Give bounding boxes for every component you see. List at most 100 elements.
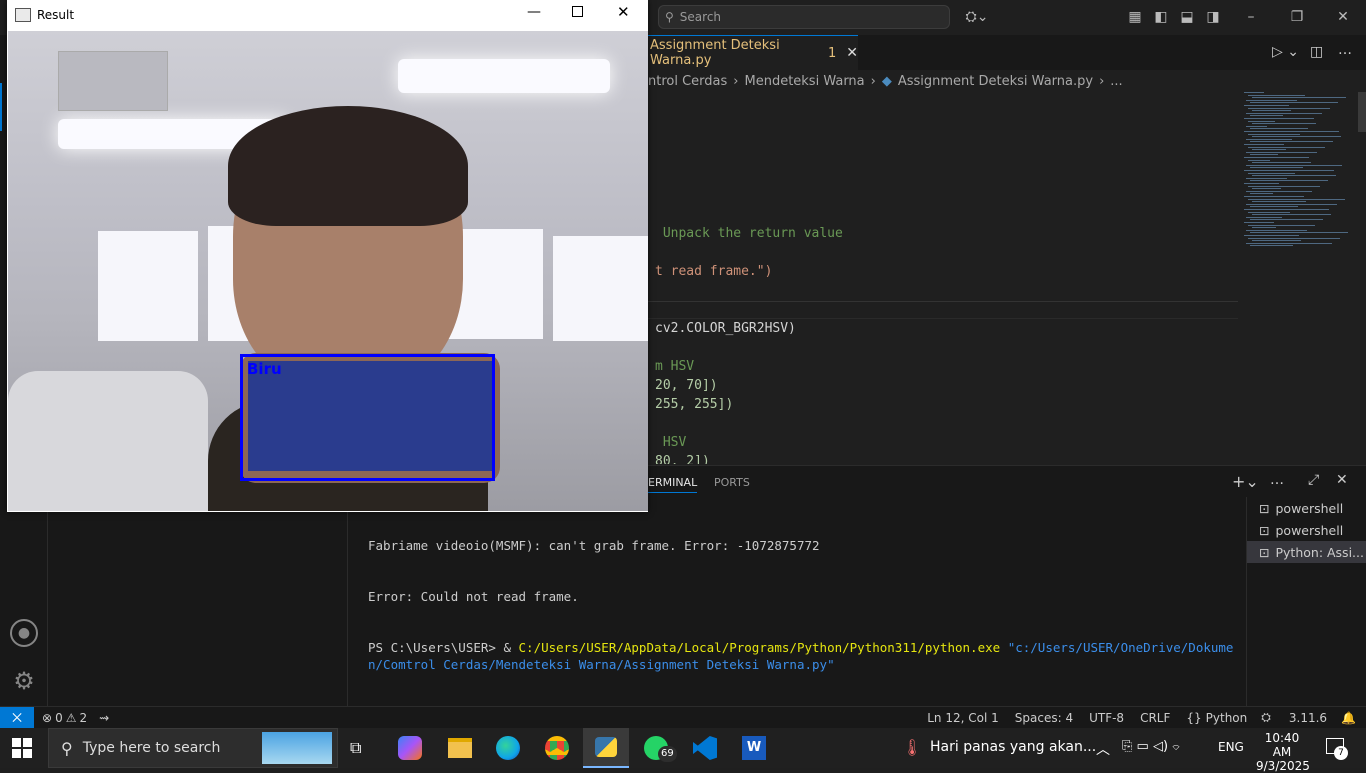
minimap-line bbox=[1252, 214, 1331, 216]
input-language[interactable]: ENG bbox=[1218, 740, 1244, 754]
clock-date: 9/3/2025 bbox=[1256, 759, 1310, 773]
weather-text[interactable]: Hari panas yang akan... bbox=[930, 739, 1096, 755]
tab-ports[interactable]: PORTS bbox=[714, 476, 750, 489]
minimap-line bbox=[1248, 159, 1270, 161]
chevron-up-icon[interactable]: ︿ bbox=[1096, 739, 1110, 759]
detection-label: Biru bbox=[247, 360, 282, 378]
new-terminal-icon[interactable]: +⌄ bbox=[1232, 472, 1259, 491]
terminal-item[interactable]: ⊡ powershell bbox=[1247, 497, 1366, 519]
editor-scrollbar[interactable] bbox=[1358, 92, 1366, 132]
task-view-icon[interactable]: ⧉ bbox=[350, 738, 361, 758]
minimize-icon[interactable]: – bbox=[1242, 8, 1260, 26]
remote-icon[interactable]: ⨉ bbox=[0, 706, 34, 729]
breadcrumb-file[interactable]: Assignment Deteksi Warna.py bbox=[898, 74, 1093, 89]
minimap-line bbox=[1246, 138, 1292, 140]
restore-icon[interactable]: ❐ bbox=[1288, 8, 1306, 26]
split-editor-icon[interactable]: ◫ bbox=[1310, 44, 1323, 60]
tab-title: Assignment Deteksi Warna.py bbox=[650, 38, 780, 68]
chevron-right-icon: › bbox=[733, 73, 739, 89]
minimap-line bbox=[1252, 97, 1346, 99]
cursor-position[interactable]: Ln 12, Col 1 bbox=[927, 711, 999, 725]
encoding[interactable]: UTF-8 bbox=[1089, 711, 1124, 725]
terminal-icon: ⊡ bbox=[1259, 500, 1270, 516]
ceiling-vent bbox=[58, 51, 168, 111]
tab-terminal[interactable]: ERMINAL bbox=[648, 476, 698, 493]
active-indicator bbox=[0, 83, 2, 131]
minimap-line bbox=[1244, 183, 1279, 184]
close-icon[interactable]: ✕ bbox=[617, 3, 630, 21]
minimap-line bbox=[1252, 110, 1291, 112]
vscode-icon[interactable] bbox=[693, 736, 717, 760]
file-explorer-icon[interactable] bbox=[448, 738, 472, 758]
minimap-line bbox=[1246, 229, 1307, 231]
copilot-status-icon[interactable]: ⛭ bbox=[1261, 710, 1271, 725]
more-actions-icon[interactable]: … bbox=[1338, 42, 1352, 58]
terminal-item[interactable]: ⊡ Python: Assi... bbox=[1247, 541, 1366, 563]
notification-count: 7 bbox=[1334, 746, 1348, 760]
minimap-line bbox=[1248, 198, 1345, 200]
minimize-icon[interactable]: — bbox=[527, 4, 541, 20]
word-icon[interactable]: W bbox=[742, 736, 766, 760]
minimap-line bbox=[1248, 120, 1275, 122]
edge-browser-icon[interactable] bbox=[496, 736, 520, 760]
code-line: m HSV bbox=[655, 359, 695, 374]
code-line: 80, 2]) bbox=[655, 454, 710, 464]
minimap-line bbox=[1248, 211, 1290, 213]
copilot-icon[interactable]: ⛭⌄ bbox=[962, 8, 992, 26]
command-search-box[interactable]: ⚲ Search bbox=[658, 5, 950, 29]
windows-taskbar: ⚲ Type here to search ⧉ 69 W 🌡 Hari pana… bbox=[0, 728, 1366, 773]
indentation[interactable]: Spaces: 4 bbox=[1015, 711, 1073, 725]
toggle-secondary-sidebar-icon[interactable]: ◨ bbox=[1204, 8, 1222, 26]
minimap-line bbox=[1246, 99, 1297, 101]
minimap[interactable] bbox=[1244, 92, 1354, 262]
terminal-item-label: powershell bbox=[1275, 522, 1344, 538]
end-of-line[interactable]: CRLF bbox=[1140, 711, 1170, 725]
windows-start-icon[interactable] bbox=[12, 738, 32, 758]
python-app-active[interactable] bbox=[583, 728, 629, 768]
customize-layout-icon[interactable]: ▦ bbox=[1126, 8, 1144, 26]
terminal-icon: ⊡ bbox=[1259, 544, 1270, 560]
python-version[interactable]: 3.11.6 bbox=[1289, 711, 1327, 725]
minimap-line bbox=[1250, 154, 1278, 156]
terminal-python-path: C:/Users/USER/AppData/Local/Programs/Pyt… bbox=[518, 640, 1001, 655]
breadcrumb-folder-2[interactable]: Mendeteksi Warna bbox=[744, 74, 864, 89]
minimap-line bbox=[1252, 149, 1286, 151]
more-actions-icon[interactable]: … bbox=[1270, 472, 1284, 488]
maximize-panel-icon[interactable]: ⤢ bbox=[1308, 472, 1319, 488]
copilot-app-icon[interactable] bbox=[398, 736, 422, 760]
minimap-line bbox=[1246, 112, 1322, 114]
clock[interactable]: 10:40 AM 9/3/2025 bbox=[1256, 731, 1310, 773]
account-icon[interactable]: ● bbox=[10, 619, 38, 647]
minimap-line bbox=[1248, 133, 1300, 135]
breadcrumb-folder-1[interactable]: ntrol Cerdas bbox=[648, 74, 727, 89]
language-mode[interactable]: Python bbox=[1206, 711, 1248, 725]
chrome-icon[interactable] bbox=[545, 736, 569, 760]
port-forward-icon[interactable]: ⇝ bbox=[99, 711, 109, 725]
minimap-line bbox=[1252, 136, 1341, 138]
terminal-icon: ⊡ bbox=[1259, 522, 1270, 538]
terminal-item[interactable]: ⊡ powershell bbox=[1247, 519, 1366, 541]
problems-indicator[interactable]: ⊗ 0 ⚠ 2 bbox=[42, 711, 87, 725]
minimap-line bbox=[1246, 216, 1282, 218]
close-icon[interactable]: ✕ bbox=[1334, 8, 1352, 26]
close-panel-icon[interactable]: ✕ bbox=[1336, 472, 1348, 488]
window-pane bbox=[98, 231, 198, 341]
notifications-icon[interactable]: 🔔 bbox=[1341, 711, 1356, 725]
tab-close-icon[interactable]: ✕ bbox=[846, 45, 858, 61]
tab-assignment-deteksi-warna[interactable]: Assignment Deteksi Warna.py 1 ✕ bbox=[648, 35, 858, 70]
minimap-line bbox=[1250, 245, 1293, 247]
minimap-line bbox=[1252, 162, 1311, 164]
minimap-line bbox=[1248, 107, 1330, 109]
system-tray-icons[interactable]: ⎘ ▭ ◁) ⌔ bbox=[1122, 739, 1180, 754]
minimap-line bbox=[1252, 201, 1306, 203]
manage-gear-icon[interactable]: ⚙ bbox=[10, 667, 38, 695]
toggle-panel-icon[interactable]: ⬓ bbox=[1178, 8, 1196, 26]
search-icon: ⚲ bbox=[665, 10, 674, 24]
minimap-line bbox=[1248, 172, 1295, 174]
clock-time: 10:40 AM bbox=[1264, 731, 1300, 759]
minimap-line bbox=[1244, 118, 1314, 119]
maximize-icon[interactable] bbox=[572, 6, 583, 17]
toggle-primary-sidebar-icon[interactable]: ◧ bbox=[1152, 8, 1170, 26]
minimap-line bbox=[1244, 92, 1264, 93]
breadcrumb-symbol[interactable]: ... bbox=[1110, 74, 1122, 89]
